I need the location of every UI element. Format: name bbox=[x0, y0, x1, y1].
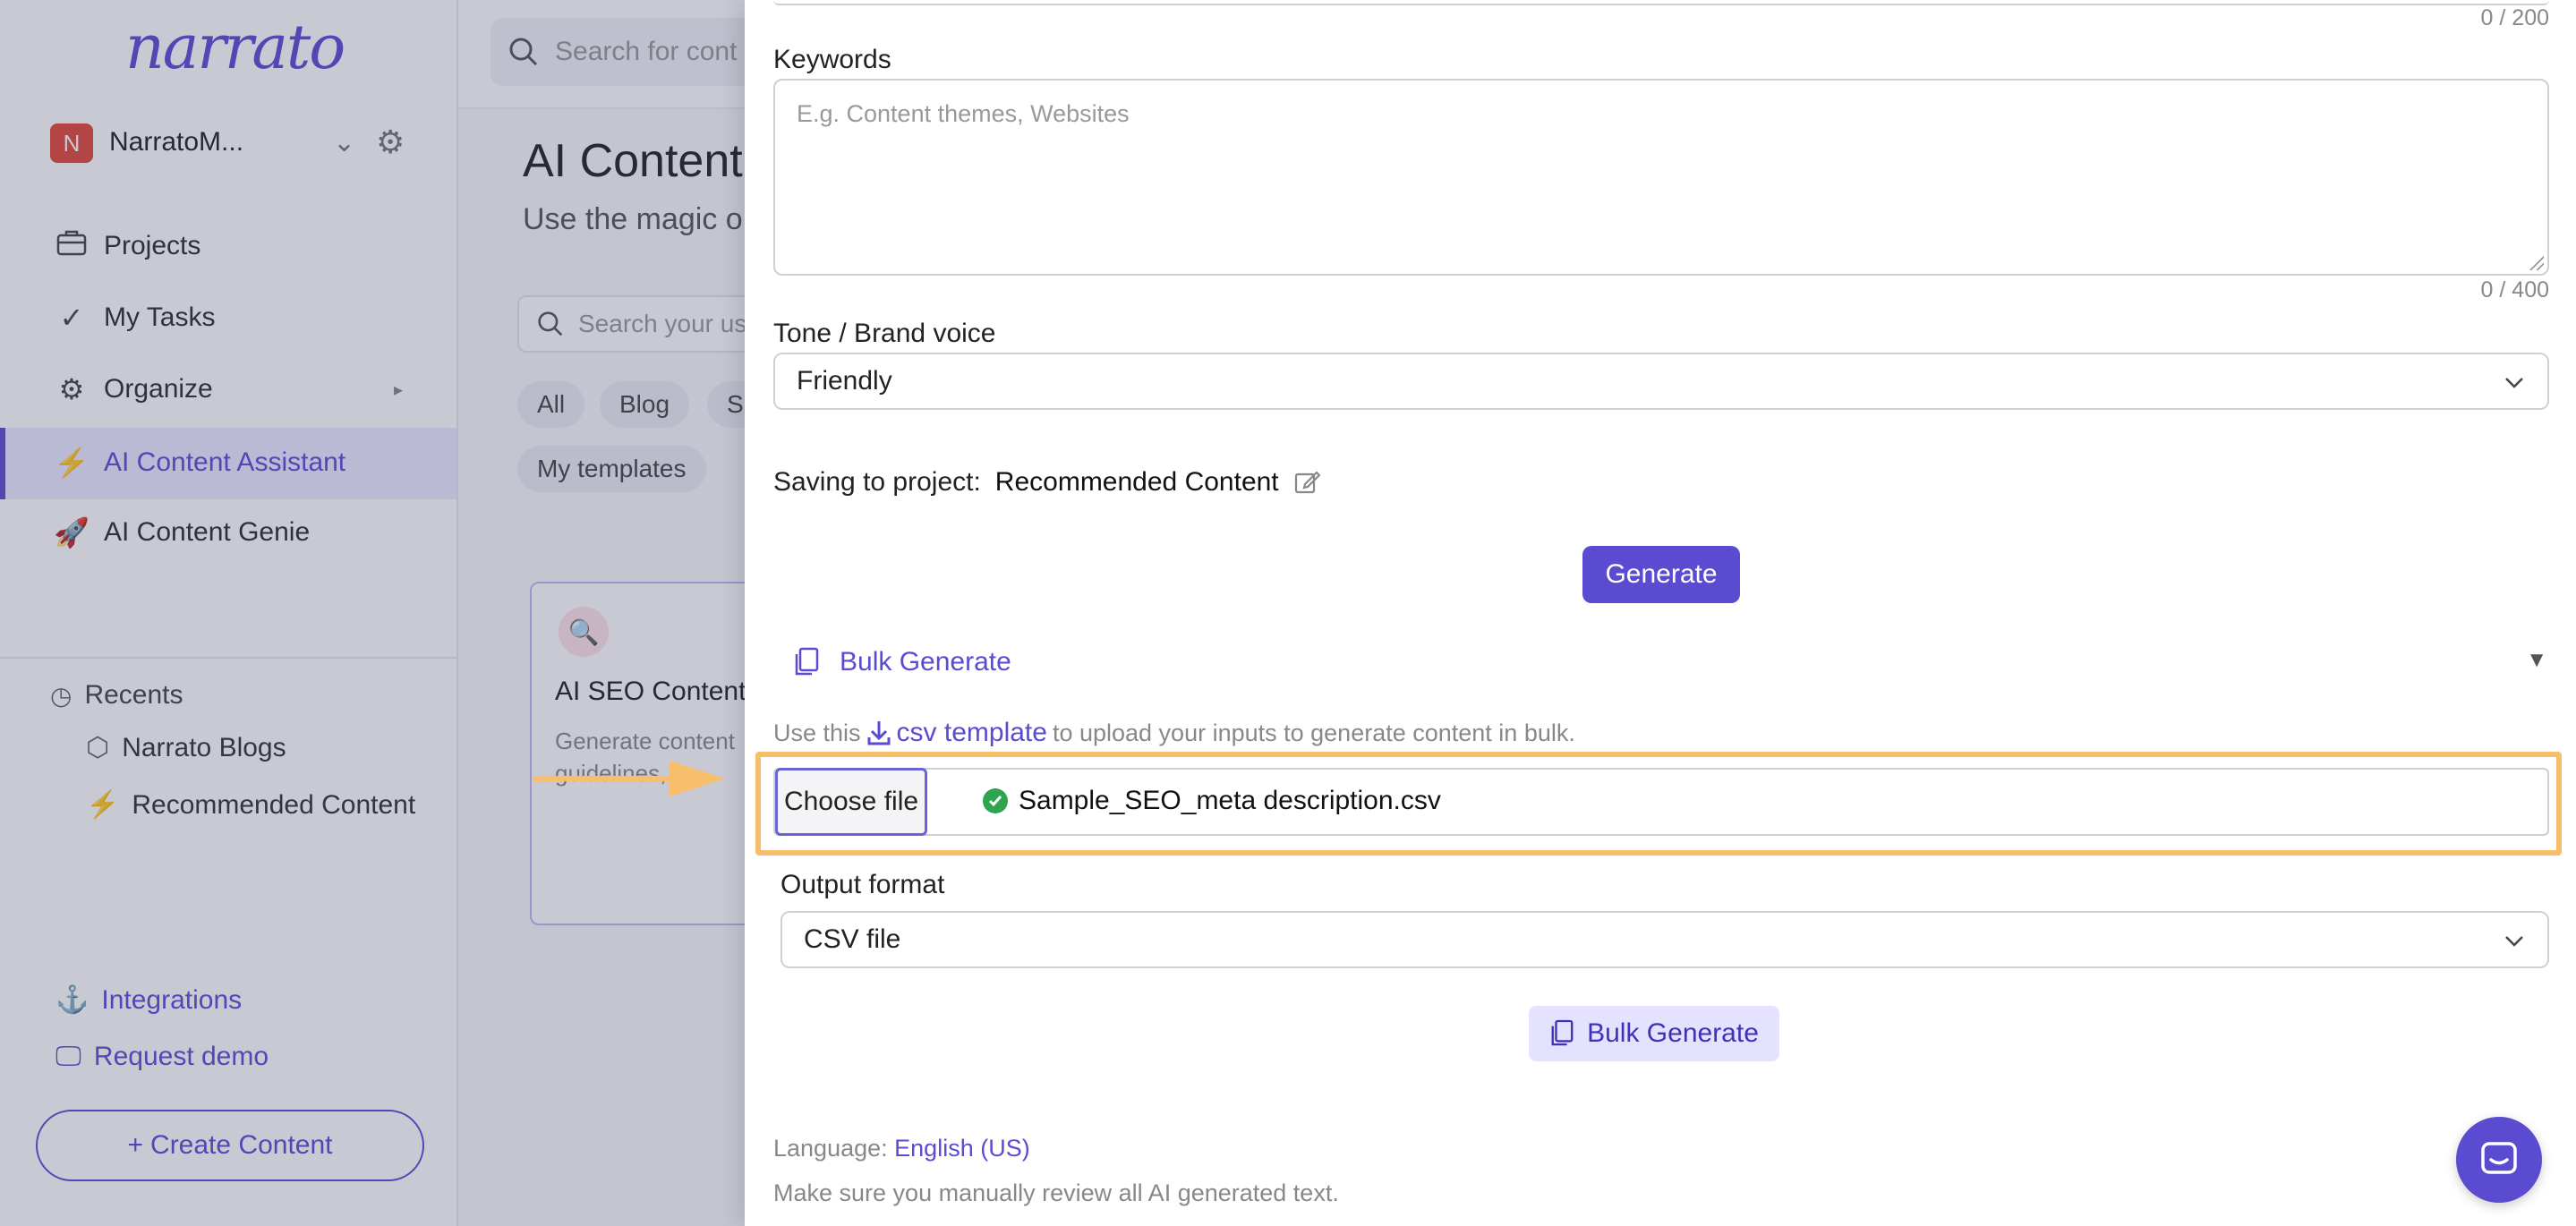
chevron-down-icon bbox=[2505, 378, 2523, 388]
language-label: Language: bbox=[773, 1135, 888, 1162]
file-input[interactable]: Choose file Sample_SEO_meta description.… bbox=[773, 768, 2549, 836]
ai-disclaimer: Make sure you manually review all AI gen… bbox=[773, 1179, 1339, 1206]
caret-down-icon[interactable]: ▼ bbox=[2526, 648, 2547, 673]
chat-launcher[interactable] bbox=[2456, 1117, 2542, 1203]
bulk-generate-toggle[interactable]: Bulk Generate ▼ bbox=[793, 643, 2547, 682]
dim-overlay[interactable] bbox=[0, 0, 745, 1226]
success-check-icon bbox=[983, 788, 1008, 813]
saving-project-name: Recommended Content bbox=[994, 467, 1279, 497]
output-format-select[interactable]: CSV file bbox=[780, 911, 2549, 968]
bulk-generate-title: Bulk Generate bbox=[840, 647, 1011, 677]
csv-template-link[interactable]: csv template bbox=[866, 718, 1047, 748]
keywords-placeholder: E.g. Content themes, Websites bbox=[797, 100, 1130, 127]
resize-handle-icon[interactable] bbox=[2528, 254, 2544, 270]
file-status: Sample_SEO_meta description.csv bbox=[983, 786, 1441, 816]
keywords-label: Keywords bbox=[773, 45, 891, 74]
language-info: Language: English (US) bbox=[773, 1135, 1030, 1162]
file-name: Sample_SEO_meta description.csv bbox=[1019, 786, 1441, 815]
previous-field-edge bbox=[773, 0, 2549, 5]
language-value[interactable]: English (US) bbox=[894, 1135, 1030, 1162]
generate-button[interactable]: Generate bbox=[1582, 546, 1740, 603]
copy-icon bbox=[795, 647, 819, 676]
bulk-generate-button[interactable]: Bulk Generate bbox=[1529, 1006, 1779, 1061]
keywords-char-counter: 0 / 400 bbox=[2480, 277, 2549, 302]
csv-hint: Use this csv template to upload your inp… bbox=[773, 718, 1575, 748]
saving-to-project: Saving to project: Recommended Content bbox=[773, 467, 1320, 498]
tone-label: Tone / Brand voice bbox=[773, 319, 996, 348]
chat-icon bbox=[2481, 1142, 2517, 1174]
choose-file-button[interactable]: Choose file bbox=[775, 768, 927, 836]
csv-template-label: csv template bbox=[896, 718, 1047, 747]
hint-prefix: Use this bbox=[773, 719, 861, 746]
output-format-value: CSV file bbox=[804, 924, 901, 954]
chevron-down-icon bbox=[2505, 936, 2523, 947]
download-icon bbox=[867, 721, 891, 745]
saving-label: Saving to project: bbox=[773, 467, 981, 497]
bulk-generate-button-label: Bulk Generate bbox=[1587, 1018, 1759, 1048]
pointer-arrow-icon bbox=[533, 761, 725, 796]
keywords-textarea[interactable]: E.g. Content themes, Websites bbox=[773, 79, 2549, 276]
tone-select-value: Friendly bbox=[797, 366, 892, 396]
output-format-label: Output format bbox=[780, 870, 945, 899]
tone-select[interactable]: Friendly bbox=[773, 353, 2549, 410]
hint-suffix: to upload your inputs to generate conten… bbox=[1052, 719, 1575, 746]
copy-icon bbox=[1551, 1019, 1574, 1046]
edit-icon[interactable] bbox=[1293, 469, 1320, 496]
field-char-counter: 0 / 200 bbox=[2480, 5, 2549, 30]
